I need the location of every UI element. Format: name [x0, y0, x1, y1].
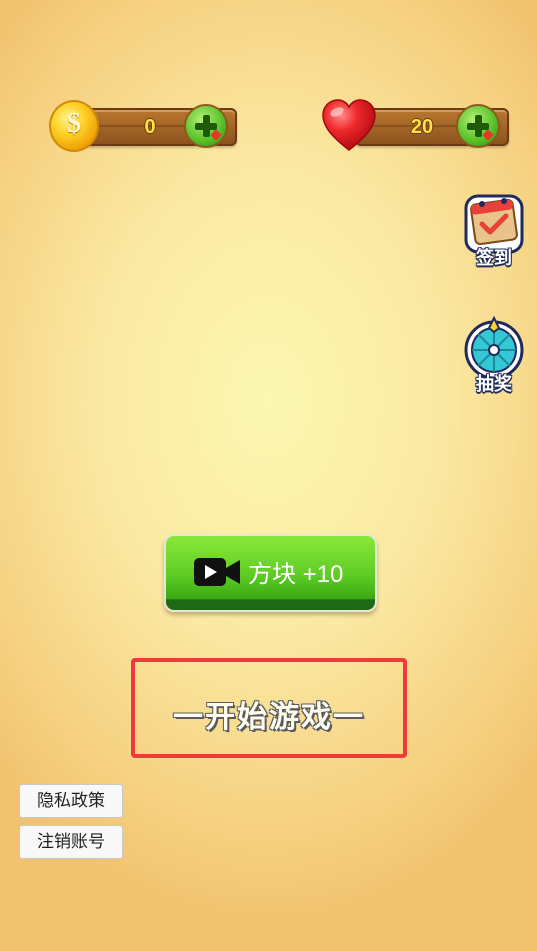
coin-count: 0 [144, 116, 156, 138]
checkin-button[interactable]: 签到 [458, 190, 530, 270]
lottery-label: 抽奖 [476, 374, 512, 395]
video-camera-icon [194, 558, 240, 586]
coin-counter: 0 $ [49, 98, 237, 156]
privacy-policy-button[interactable]: 隐私政策 [19, 784, 123, 818]
lottery-button[interactable]: 抽奖 [458, 316, 530, 396]
checkin-label: 签到 [476, 248, 512, 269]
add-coins-button[interactable] [184, 104, 228, 148]
deregister-account-button[interactable]: 注销账号 [19, 825, 123, 859]
lives-counter: 20 [321, 98, 509, 156]
add-lives-button[interactable] [456, 104, 500, 148]
start-game-label: 一开始游戏一 [173, 700, 365, 735]
start-game-button[interactable]: 一开始游戏一 [131, 658, 407, 758]
watch-video-button[interactable]: 方块 +10 [164, 534, 377, 612]
lives-count: 20 [410, 116, 434, 138]
coin-icon: $ [49, 100, 99, 152]
video-reward-label: 方块 +10 [248, 561, 344, 588]
heart-icon [322, 99, 376, 151]
